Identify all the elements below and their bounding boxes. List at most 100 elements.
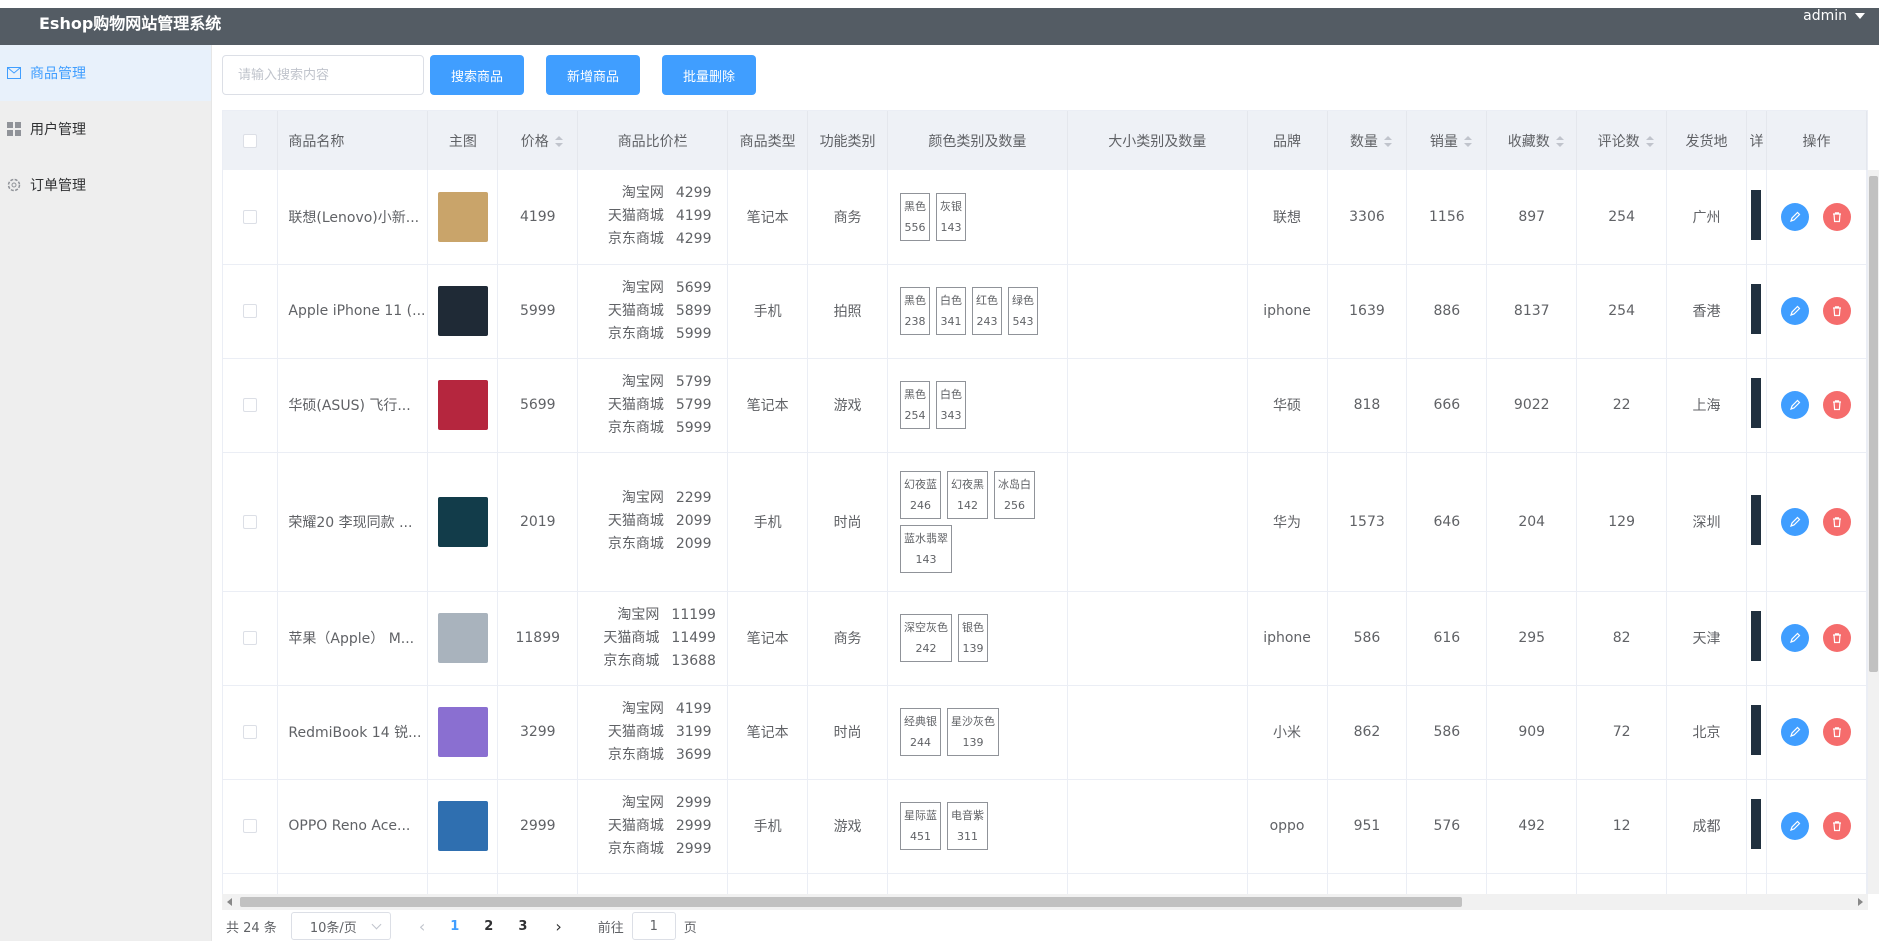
search-input[interactable]: [222, 55, 424, 95]
product-ship-from: 天津: [1666, 591, 1747, 686]
product-quantity: 862: [1327, 685, 1408, 780]
horizontal-scrollbar[interactable]: [222, 894, 1868, 910]
user-menu[interactable]: admin: [1803, 8, 1865, 24]
goto-page-input[interactable]: 1: [631, 912, 676, 940]
col-comments[interactable]: 评论数: [1576, 111, 1668, 170]
table-row: 苹果（Apple） M... 11899 淘宝网 11199 天猫商城 11499 京东商城…: [223, 591, 1867, 686]
store-name: 淘宝网: [621, 373, 664, 390]
col-favorites[interactable]: 收藏数: [1486, 111, 1578, 170]
edit-button[interactable]: [1781, 718, 1810, 746]
product-image-cell: [427, 170, 499, 265]
edit-icon: [1790, 399, 1801, 410]
delete-button[interactable]: [1823, 507, 1852, 536]
delete-button[interactable]: [1823, 391, 1852, 419]
store-name: 淘宝网: [621, 279, 664, 296]
product-image-cell: [427, 452, 499, 592]
add-product-button[interactable]: 新增商品: [546, 55, 641, 95]
price-compare: 淘宝网 4299 天猫商城 4199 京东商城 4299: [577, 170, 729, 265]
vertical-scrollbar[interactable]: [1868, 170, 1879, 894]
row-checkbox[interactable]: [243, 725, 258, 739]
trash-icon: [1833, 727, 1842, 738]
color-list: 星际蓝 451 电音紫 311: [887, 779, 1068, 874]
product-image-cell: [427, 779, 499, 874]
store-price: 3699: [675, 746, 712, 763]
store-price: 3199: [675, 723, 712, 740]
scroll-left-icon[interactable]: [227, 898, 232, 906]
store-price: 5699: [675, 279, 712, 296]
delete-button[interactable]: [1823, 202, 1852, 231]
sidebar-item-products[interactable]: 商品管理: [0, 45, 211, 101]
sidebar-item-orders[interactable]: 订单管理: [0, 157, 211, 213]
compare-line: 京东商城 5999: [594, 323, 712, 346]
edit-button[interactable]: [1781, 202, 1810, 231]
detail-image: [1751, 189, 1762, 240]
row-checkbox[interactable]: [243, 631, 258, 645]
page-2[interactable]: 2: [484, 919, 493, 934]
product-image-cell: [427, 591, 499, 686]
product-type: 手机: [727, 779, 809, 874]
col-sales[interactable]: 销量: [1406, 111, 1488, 170]
row-select-cell[interactable]: [223, 264, 279, 359]
edit-button[interactable]: [1781, 297, 1810, 325]
row-select-cell[interactable]: [223, 591, 279, 686]
col-sizes: 大小类别及数量: [1067, 111, 1248, 170]
color-name: 星沙灰色: [951, 715, 996, 728]
delete-button[interactable]: [1823, 812, 1852, 840]
size-list: [1067, 358, 1248, 453]
color-tag: 幻夜蓝 246: [900, 470, 942, 519]
delete-button[interactable]: [1823, 297, 1852, 325]
compare-line: 淘宝网 4299: [594, 182, 712, 205]
row-checkbox[interactable]: [243, 398, 258, 412]
row-select-cell[interactable]: [223, 779, 279, 874]
page-size-select[interactable]: 10条/页: [290, 912, 391, 940]
select-all-checkbox[interactable]: [243, 133, 258, 148]
page-3[interactable]: 3: [518, 919, 527, 934]
color-tag: 深空灰色 242: [900, 614, 953, 662]
table-body: 联想(Lenovo)小新... 4199 淘宝网 4299 天猫商城 4199 京东商城 42…: [223, 170, 1867, 909]
color-list: 黑色 238 白色 341 红色 243 绿色 543: [887, 264, 1068, 359]
product-quantity: 951: [1327, 779, 1408, 874]
col-quantity-label: 数量: [1349, 133, 1378, 150]
delete-button[interactable]: [1823, 624, 1852, 652]
store-price: 5799: [675, 396, 712, 413]
size-list: [1067, 685, 1248, 780]
color-count: 244: [910, 736, 932, 749]
row-select-cell[interactable]: [223, 358, 279, 453]
row-checkbox[interactable]: [243, 304, 258, 318]
delete-button[interactable]: [1823, 718, 1852, 746]
product-comments: 82: [1576, 591, 1668, 686]
actions-cell: [1766, 358, 1867, 453]
scrollbar-thumb[interactable]: [1869, 176, 1878, 672]
color-count: 254: [904, 409, 926, 422]
edit-button[interactable]: [1781, 812, 1810, 840]
store-name: 京东商城: [607, 419, 664, 436]
col-quantity[interactable]: 数量: [1327, 111, 1408, 170]
product-price: 5699: [497, 358, 579, 453]
row-checkbox[interactable]: [243, 514, 258, 529]
row-select-cell[interactable]: [223, 685, 279, 780]
color-tag: 黑色 556: [900, 192, 931, 241]
page-1[interactable]: 1: [450, 919, 459, 934]
row-checkbox[interactable]: [243, 209, 258, 224]
next-page-icon[interactable]: ›: [555, 917, 561, 936]
search-button[interactable]: 搜索商品: [430, 55, 525, 95]
store-price: 2099: [675, 536, 712, 552]
edit-button[interactable]: [1781, 391, 1810, 419]
store-name: 天猫商城: [607, 396, 664, 413]
store-price: 4199: [675, 700, 712, 717]
sidebar-item-users[interactable]: 用户管理: [0, 101, 211, 157]
scrollbar-thumb[interactable]: [240, 897, 1462, 907]
row-select-cell[interactable]: [223, 170, 279, 265]
row-checkbox[interactable]: [243, 819, 258, 833]
row-select-cell[interactable]: [223, 452, 279, 592]
col-price[interactable]: 价格: [497, 111, 579, 170]
scroll-right-icon[interactable]: [1858, 898, 1863, 906]
edit-button[interactable]: [1781, 624, 1810, 652]
product-ship-from: 上海: [1666, 358, 1747, 453]
batch-delete-button[interactable]: 批量删除: [662, 55, 757, 95]
product-function: 商务: [807, 591, 889, 686]
prev-page-icon[interactable]: ‹: [419, 917, 425, 936]
compare-line: 京东商城 5999: [594, 417, 712, 440]
edit-button[interactable]: [1781, 507, 1810, 536]
select-all-cell[interactable]: [223, 111, 279, 170]
